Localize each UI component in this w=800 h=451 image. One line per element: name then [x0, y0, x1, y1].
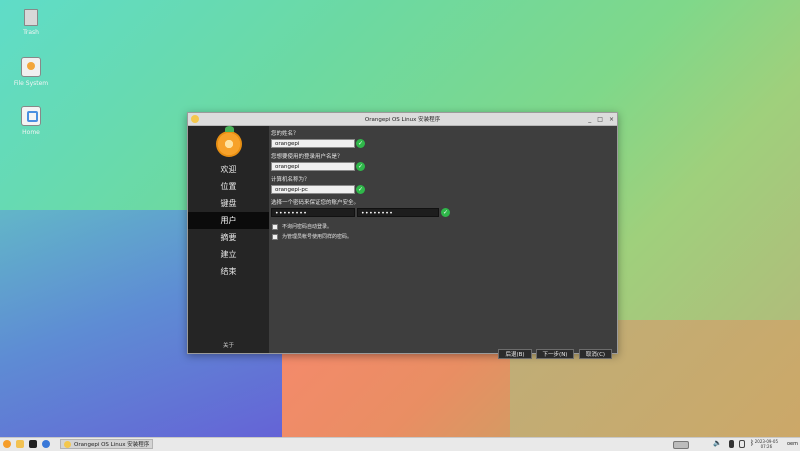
autologin-label: 不询问密码自动登录。 [282, 224, 333, 230]
orangepi-logo [215, 126, 242, 157]
maximize-icon[interactable]: □ [597, 116, 603, 123]
taskbar: Orangepi OS Linux 安装程序 🔈 ᛒ 2023-09-05 07… [0, 437, 800, 451]
taskbar-task-label: Orangepi OS Linux 安装程序 [74, 442, 150, 448]
step-finish: 结束 [220, 267, 237, 276]
desktop-background-orange [282, 350, 512, 440]
password-label: 选择一个密码来保证您的账户安全。 [271, 200, 360, 206]
back-button[interactable]: 后退(B) [498, 349, 532, 359]
terminal-icon[interactable] [29, 440, 37, 448]
login-name-input[interactable]: orangepi [271, 162, 355, 171]
window-title: Orangepi OS Linux 安装程序 [364, 117, 441, 123]
hostname-check-icon: ✓ [356, 185, 365, 194]
step-users: 用户 [188, 212, 269, 229]
admin-same-password-checkbox[interactable]: 为管理员帐号使用同样的密码。 [272, 233, 352, 240]
login-name-label: 您想要使用的登录用户名是？ [271, 154, 343, 160]
checkbox-box[interactable] [272, 233, 278, 240]
home-folder-icon [21, 106, 41, 126]
volume-icon[interactable]: 🔈 [713, 439, 722, 447]
admin-same-password-label: 为管理员帐号使用同样的密码。 [282, 234, 353, 240]
checkbox-box[interactable] [272, 223, 278, 230]
step-keyboard: 键盘 [220, 199, 237, 208]
browser-icon[interactable] [42, 440, 50, 448]
clock-time: 07:26 [760, 444, 773, 449]
desktop-icon-label: File System [13, 80, 49, 87]
password-check-icon: ✓ [441, 208, 450, 217]
password-input[interactable]: •••••••• [271, 208, 355, 217]
app-icon [191, 115, 199, 123]
password-confirm-input[interactable]: •••••••• [357, 208, 439, 217]
about-button[interactable]: 关于 [188, 341, 269, 349]
next-button[interactable]: 下一步(N) [536, 349, 574, 359]
close-icon[interactable]: × [609, 116, 614, 123]
desktop-icon-label: Trash [23, 29, 39, 36]
cancel-button[interactable]: 取消(C) [579, 349, 612, 359]
user-name[interactable]: oem [787, 441, 798, 447]
step-location: 位置 [220, 182, 237, 191]
minimize-icon[interactable]: _ [588, 116, 591, 123]
keyboard-layout-icon[interactable] [673, 441, 689, 449]
full-name-input[interactable]: orangepi [271, 139, 355, 148]
desktop-icon-home[interactable]: Home [1, 106, 61, 136]
battery-icon[interactable] [729, 440, 734, 448]
display-icon[interactable] [739, 440, 745, 448]
trash-icon [24, 9, 38, 26]
full-name-label: 您的姓名？ [271, 131, 299, 137]
taskbar-task-installer[interactable]: Orangepi OS Linux 安装程序 [60, 439, 154, 449]
clock[interactable]: 2023-09-05 07:26 [755, 439, 778, 449]
installer-window: Orangepi OS Linux 安装程序 _ □ × 欢迎 位置 键盘 用户… [187, 112, 618, 359]
desktop-icon-trash[interactable]: Trash [1, 9, 61, 36]
step-summary: 摘要 [220, 233, 237, 242]
desktop-icon-label: Home [22, 129, 40, 136]
user-form: 您的姓名？ orangepi ✓ 您想要使用的登录用户名是？ orangepi … [269, 126, 617, 359]
window-titlebar[interactable]: Orangepi OS Linux 安装程序 _ □ × [188, 113, 617, 126]
login-name-check-icon: ✓ [356, 162, 365, 171]
step-install: 建立 [220, 250, 237, 259]
step-welcome: 欢迎 [220, 165, 237, 174]
start-menu-icon[interactable] [3, 440, 11, 448]
file-manager-icon[interactable] [16, 440, 24, 448]
drive-icon [21, 57, 41, 77]
desktop-icon-file-system[interactable]: File System [1, 57, 61, 87]
hostname-input[interactable]: orangepi-pc [271, 185, 355, 194]
installer-sidebar: 欢迎 位置 键盘 用户 摘要 建立 结束 关于 [188, 126, 269, 353]
hostname-label: 计算机名称为？ [271, 177, 310, 183]
autologin-checkbox[interactable]: 不询问密码自动登录。 [272, 223, 332, 230]
full-name-check-icon: ✓ [356, 139, 365, 148]
